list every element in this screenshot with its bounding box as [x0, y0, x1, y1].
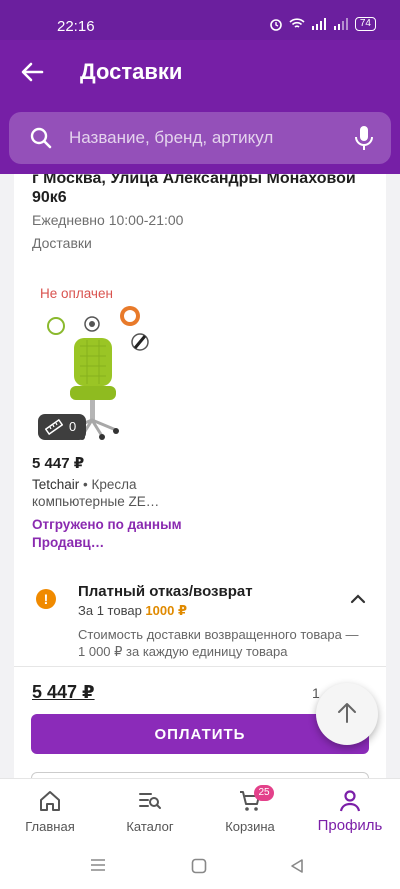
measure-count: 0 — [69, 419, 77, 434]
delivery-hours: Ежедневно 10:00-21:00 — [32, 212, 184, 228]
divider — [14, 666, 386, 667]
nav-label-home: Главная — [25, 819, 75, 834]
payment-status: Не оплачен — [40, 286, 113, 301]
product-price: 5 447 ₽ — [32, 455, 85, 472]
refund-subtitle-text: За 1 товар — [78, 603, 142, 618]
delivery-type: Доставки — [32, 235, 92, 251]
nav-label-cart: Корзина — [225, 819, 275, 834]
shipping-status: Отгружено по данным Продавц… — [32, 517, 182, 550]
status-time: 22:16 — [57, 18, 95, 35]
alarm-icon — [270, 19, 282, 31]
measure-badge[interactable]: 0 — [38, 414, 86, 440]
signal-icon — [311, 18, 326, 30]
nav-label-profile: Профиль — [317, 817, 383, 834]
search-input[interactable] — [69, 120, 349, 156]
refund-subtitle: За 1 товар 1000 ₽ — [78, 603, 187, 619]
nav-item-catalog[interactable]: Каталог — [100, 779, 200, 847]
page-title: Доставки — [80, 59, 183, 84]
back-arrow-icon[interactable] — [18, 58, 46, 86]
status-bar: 22:16 74 — [0, 0, 400, 40]
microphone-icon[interactable] — [353, 125, 375, 151]
home-square-icon[interactable] — [191, 858, 207, 874]
battery-indicator: 74 — [354, 17, 376, 31]
cart-badge: 25 — [254, 785, 274, 801]
warning-icon: ! — [36, 589, 56, 609]
nav-label-catalog: Каталог — [126, 819, 174, 834]
product-brand: Tetchair — [32, 477, 80, 492]
ruler-icon — [45, 419, 63, 435]
delivery-address: г Москва, Улица Александры Монаховой 90к… — [32, 174, 356, 206]
product-name[interactable]: Tetchair • Кресла компьютерные ZE… — [32, 476, 182, 510]
menu-icon[interactable] — [90, 858, 106, 872]
app-bar: Доставки — [0, 40, 400, 104]
back-triangle-icon[interactable] — [290, 858, 304, 874]
bottom-navigation: Главная Каталог 25 Корзина Профиль — [0, 778, 400, 846]
catalog-search-icon — [139, 793, 161, 809]
search-section — [0, 104, 400, 174]
nav-item-home[interactable]: Главная — [0, 779, 100, 847]
home-icon — [40, 791, 60, 811]
system-navigation — [0, 846, 400, 889]
status-icons: 74 — [269, 17, 376, 31]
nav-item-cart[interactable]: 25 Корзина — [200, 779, 300, 847]
total-price: 5 447 ₽ — [32, 682, 95, 702]
profile-icon — [339, 790, 361, 812]
refund-title[interactable]: Платный отказ/возврат — [78, 583, 253, 600]
wifi-icon — [289, 18, 305, 28]
chevron-up-icon[interactable] — [350, 592, 366, 604]
search-bar[interactable] — [9, 112, 391, 164]
scroll-top-button[interactable] — [316, 683, 378, 745]
refund-description: Стоимость доставки возвращенного товара … — [78, 627, 359, 659]
search-icon — [30, 127, 52, 149]
signal-icon-2 — [333, 18, 348, 30]
nav-item-profile[interactable]: Профиль — [300, 779, 400, 847]
product-separator: • — [79, 477, 92, 492]
arrow-up-icon — [338, 703, 356, 723]
refund-price: 1000 ₽ — [145, 603, 187, 618]
